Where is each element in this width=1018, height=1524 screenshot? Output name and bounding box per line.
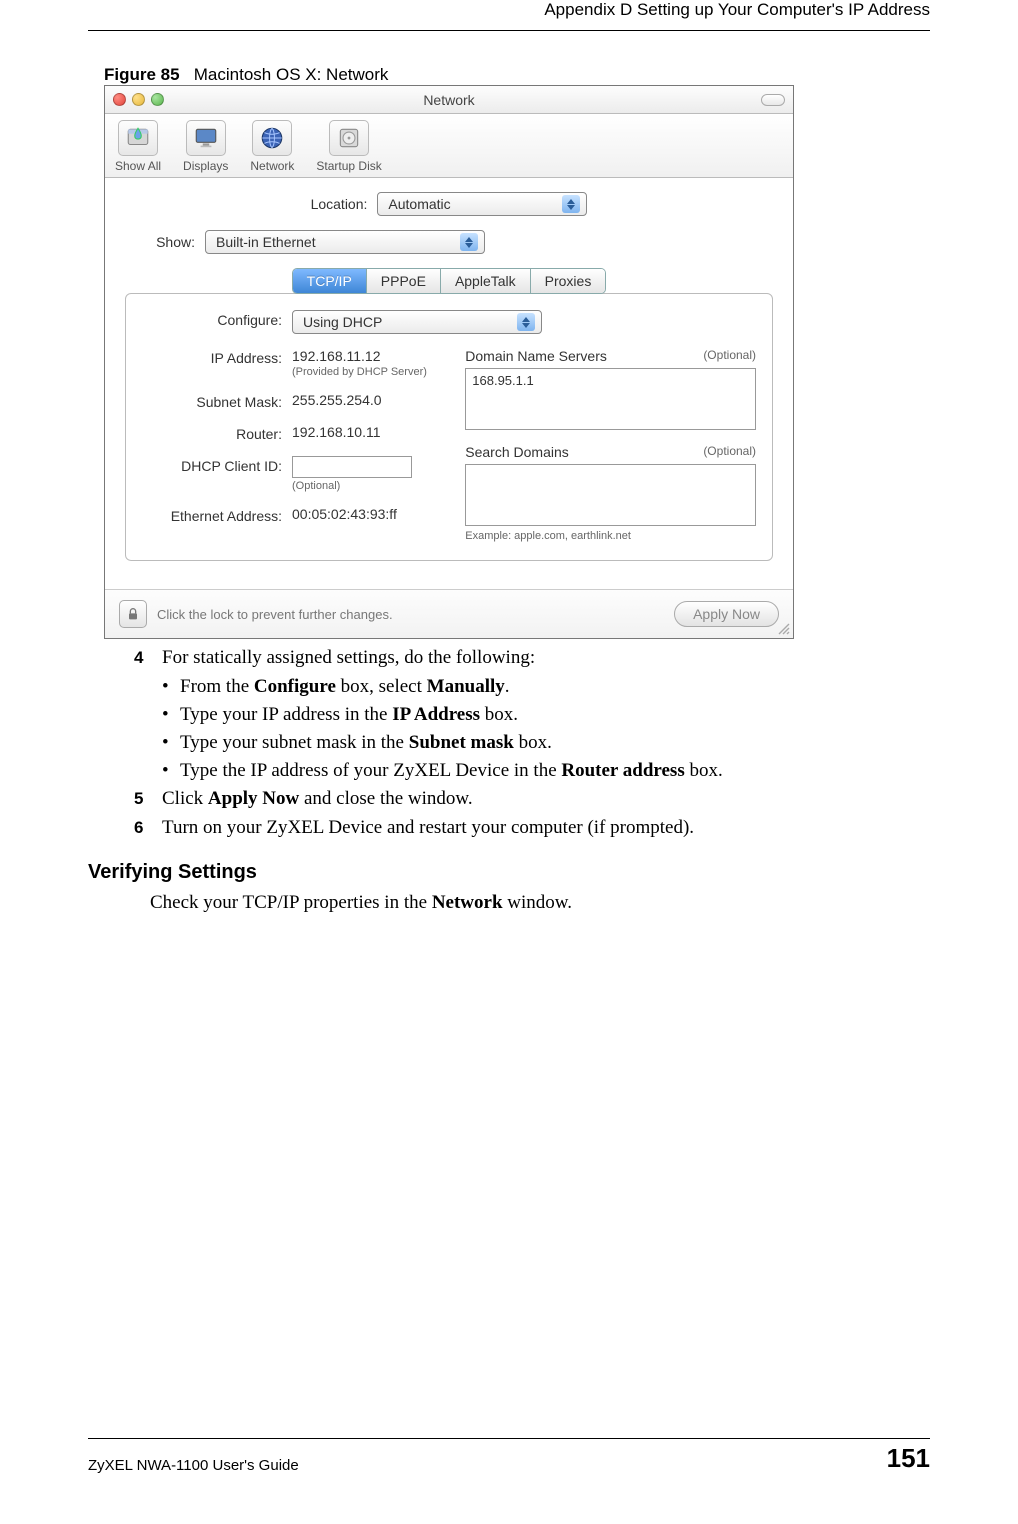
select-arrows-icon (460, 233, 478, 251)
bullet-2: •Type your IP address in the IP Address … (162, 702, 930, 727)
location-value: Automatic (388, 196, 450, 212)
tab-proxies[interactable]: Proxies (531, 269, 606, 293)
step-4-text: For statically assigned settings, do the… (162, 645, 535, 670)
ip-address-label: IP Address: (142, 348, 282, 366)
location-select[interactable]: Automatic (377, 192, 587, 216)
resize-grip-icon[interactable] (777, 622, 791, 636)
bullet-3: •Type your subnet mask in the Subnet mas… (162, 730, 930, 755)
network-tabs: TCP/IP PPPoE AppleTalk Proxies (292, 268, 607, 294)
step-number-4: 4 (134, 645, 162, 670)
dns-input[interactable]: 168.95.1.1 (465, 368, 756, 430)
verifying-paragraph: Check your TCP/IP properties in the Netw… (150, 892, 930, 914)
minimize-icon[interactable] (132, 93, 145, 106)
toolbar-displays[interactable]: Displays (183, 120, 228, 173)
ip-address-value: 192.168.11.12 (292, 348, 427, 364)
macosx-network-window: Network Show All Displays Network (104, 85, 794, 639)
ethernet-address-value: 00:05:02:43:93:ff (292, 506, 397, 522)
tcpip-panel: Configure: Using DHCP IP Address: 192.16… (125, 293, 773, 561)
lock-icon (125, 606, 141, 622)
show-select[interactable]: Built-in Ethernet (205, 230, 485, 254)
subnet-mask-value: 255.255.254.0 (292, 392, 382, 408)
ethernet-address-label: Ethernet Address: (142, 506, 282, 524)
router-label: Router: (142, 424, 282, 442)
window-title: Network (105, 92, 793, 108)
header-rule (88, 30, 930, 31)
toolbar-network[interactable]: Network (250, 120, 294, 173)
search-domains-label: Search Domains (465, 444, 569, 460)
dhcp-client-id-sub: (Optional) (292, 480, 412, 492)
toolbar-label: Displays (183, 159, 228, 173)
select-arrows-icon (562, 195, 580, 213)
subnet-mask-label: Subnet Mask: (142, 392, 282, 410)
show-all-icon (118, 120, 158, 156)
dns-label: Domain Name Servers (465, 348, 607, 364)
show-label: Show: (125, 234, 195, 250)
toolbar-show-all[interactable]: Show All (115, 120, 161, 173)
toolbar-label: Startup Disk (316, 159, 381, 173)
toolbar-label: Network (250, 159, 294, 173)
apply-now-button[interactable]: Apply Now (674, 601, 779, 627)
displays-icon (186, 120, 226, 156)
figure-title: Macintosh OS X: Network (194, 65, 389, 84)
tab-pppoe[interactable]: PPPoE (367, 269, 441, 293)
page-footer: ZyXEL NWA-1100 User's Guide 151 (88, 1438, 930, 1474)
search-domains-optional: (Optional) (703, 444, 756, 460)
running-header: Appendix D Setting up Your Computer's IP… (88, 0, 930, 20)
window-footer: Click the lock to prevent further change… (105, 589, 793, 638)
section-heading: Verifying Settings (88, 861, 930, 884)
window-content: Location: Automatic Show: Built-in Ether… (105, 178, 793, 577)
toolbar-toggle-icon[interactable] (761, 94, 785, 106)
step-6-text: Turn on your ZyXEL Device and restart yo… (162, 815, 694, 840)
traffic-lights (113, 93, 164, 106)
configure-value: Using DHCP (303, 314, 382, 330)
tab-appletalk[interactable]: AppleTalk (441, 269, 531, 293)
configure-label: Configure: (142, 310, 282, 328)
bullet-4: •Type the IP address of your ZyXEL Devic… (162, 758, 930, 783)
search-domains-example: Example: apple.com, earthlink.net (465, 530, 756, 542)
step-number-5: 5 (134, 786, 162, 811)
figure-caption: Figure 85 Macintosh OS X: Network (104, 65, 930, 85)
step-5-text: Click Apply Now and close the window. (162, 786, 473, 811)
select-arrows-icon (517, 313, 535, 331)
location-label: Location: (311, 196, 368, 212)
startup-disk-icon (329, 120, 369, 156)
page-number: 151 (887, 1443, 930, 1474)
step-number-6: 6 (134, 815, 162, 840)
footer-guide-name: ZyXEL NWA-1100 User's Guide (88, 1457, 299, 1474)
tab-tcpip[interactable]: TCP/IP (293, 269, 367, 293)
window-titlebar[interactable]: Network (105, 86, 793, 114)
lock-button[interactable] (119, 600, 147, 628)
show-value: Built-in Ethernet (216, 234, 316, 250)
router-value: 192.168.10.11 (292, 424, 381, 440)
lock-text: Click the lock to prevent further change… (157, 607, 393, 622)
close-icon[interactable] (113, 93, 126, 106)
search-domains-input[interactable] (465, 464, 756, 526)
figure-number: Figure 85 (104, 65, 180, 84)
dns-optional: (Optional) (703, 348, 756, 364)
configure-select[interactable]: Using DHCP (292, 310, 542, 334)
zoom-icon[interactable] (151, 93, 164, 106)
network-icon (252, 120, 292, 156)
bullet-1: •From the Configure box, select Manually… (162, 674, 930, 699)
dhcp-client-id-input[interactable] (292, 456, 412, 478)
toolbar-startup-disk[interactable]: Startup Disk (316, 120, 381, 173)
preferences-toolbar: Show All Displays Network Startup Disk (105, 114, 793, 178)
dhcp-client-id-label: DHCP Client ID: (142, 456, 282, 474)
ip-address-sub: (Provided by DHCP Server) (292, 366, 427, 378)
toolbar-label: Show All (115, 159, 161, 173)
